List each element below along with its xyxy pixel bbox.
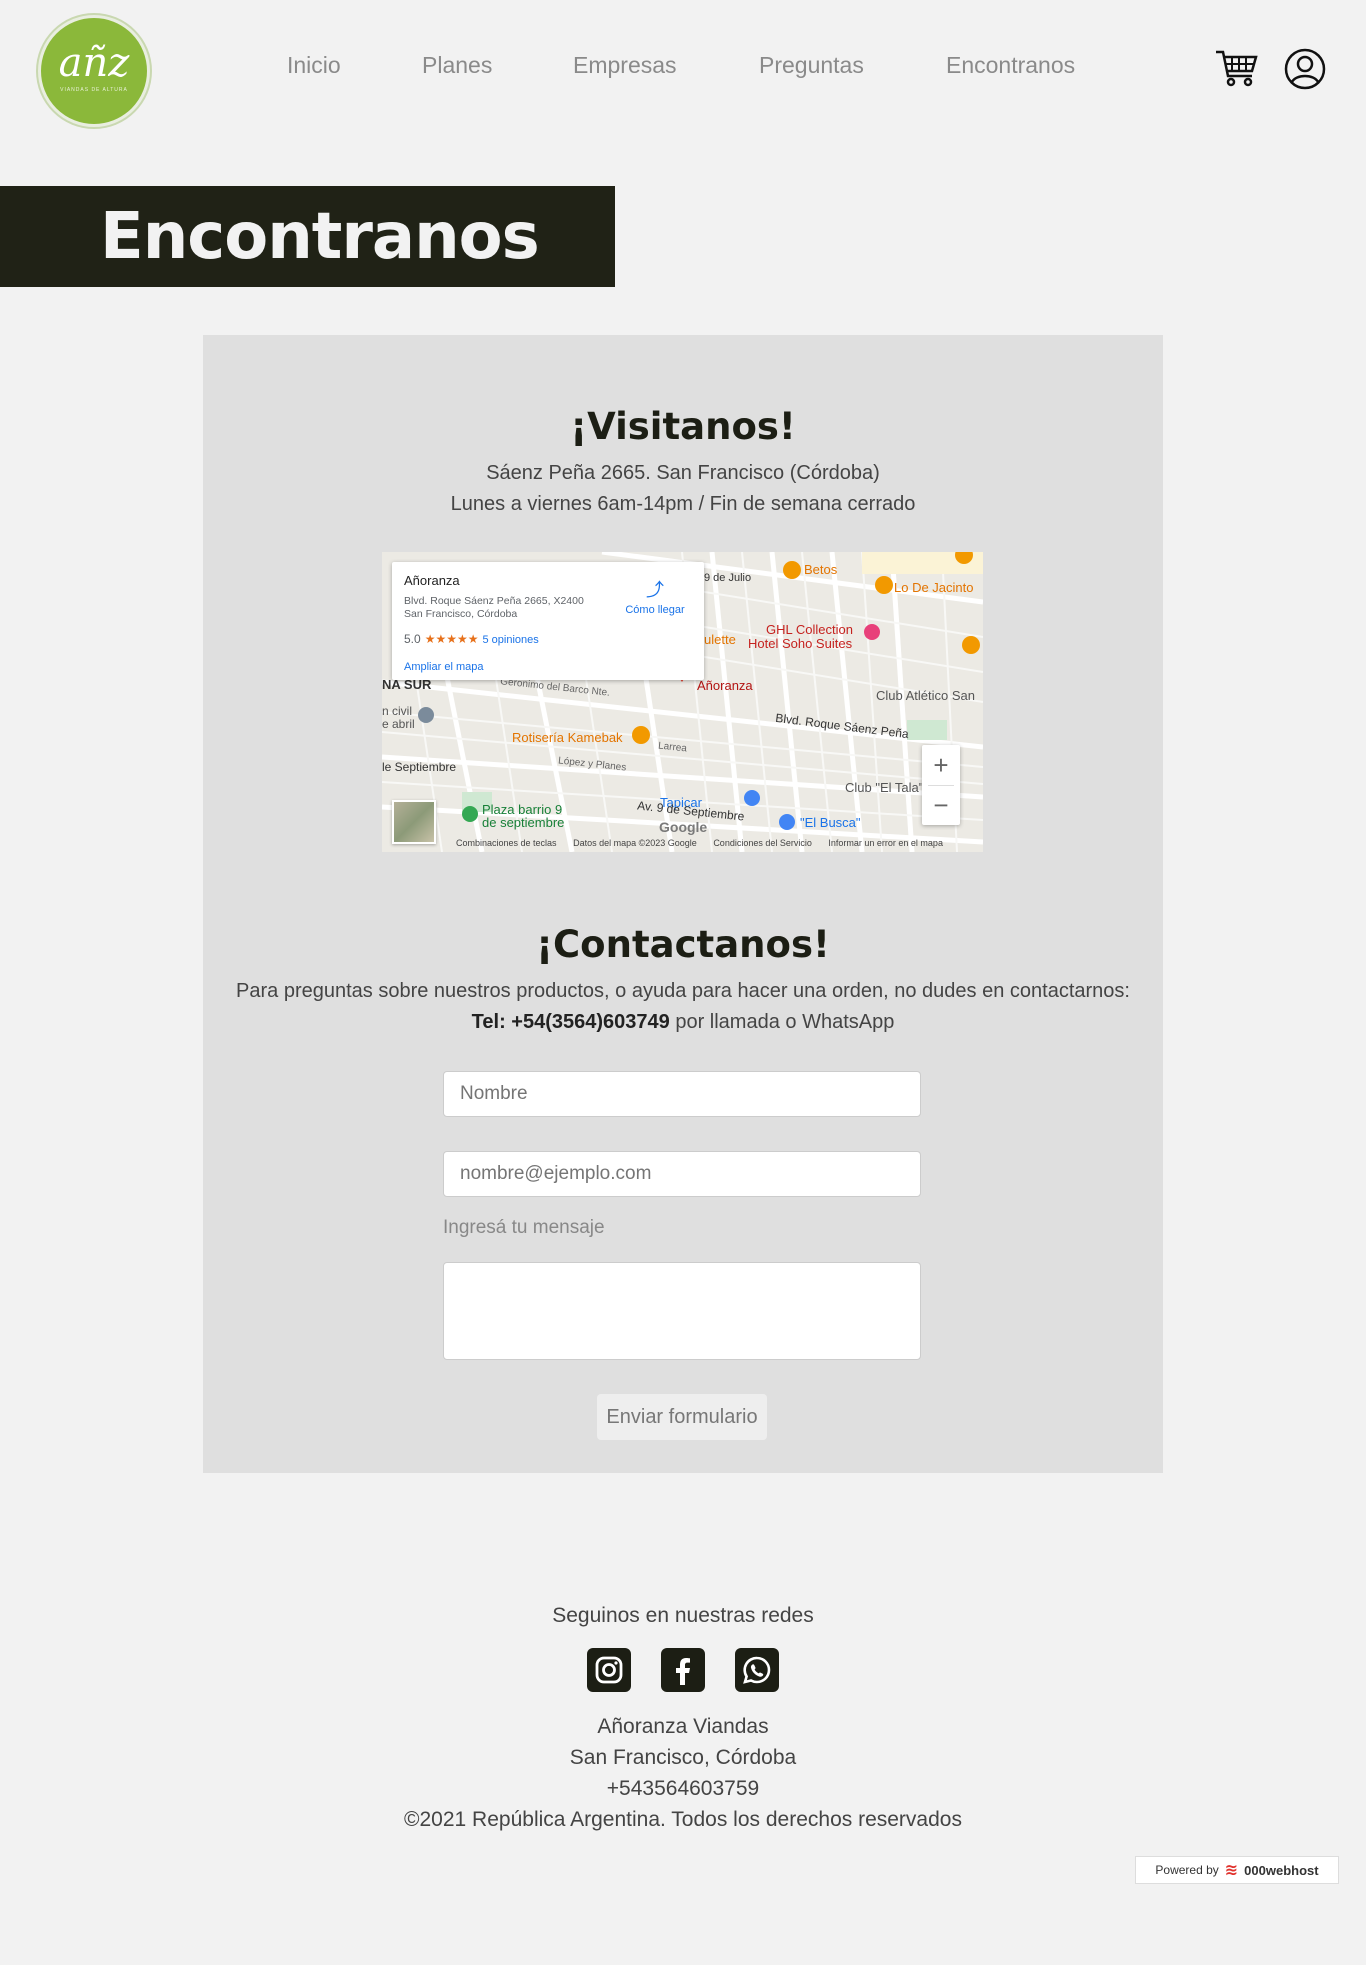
- map-label-anoranza: Añoranza: [697, 678, 753, 693]
- nav-item-encontranos[interactable]: Encontranos: [946, 52, 1075, 79]
- badge-prefix: Powered by: [1155, 1863, 1219, 1877]
- satellite-toggle[interactable]: [392, 800, 436, 844]
- zoom-in-button[interactable]: +: [922, 745, 960, 785]
- contact-phone: Tel: +54(3564)603749: [471, 1011, 670, 1033]
- webhost-logo-icon: ≋: [1224, 1862, 1239, 1879]
- instagram-icon[interactable]: [587, 1648, 631, 1692]
- email-input[interactable]: [443, 1151, 921, 1197]
- message-textarea[interactable]: [443, 1262, 921, 1360]
- map-label-club-atletico: Club Atlético San: [876, 688, 976, 703]
- map-shortcuts-link[interactable]: Combinaciones de teclas: [456, 838, 557, 848]
- map-place-card: Añoranza Blvd. Roque Sáenz Peña 2665, X2…: [392, 562, 704, 680]
- footer-company: Añoranza Viandas: [597, 1715, 769, 1738]
- header: añz VIANDAS DE ALTURA Inicio Planes Empr…: [0, 0, 1366, 140]
- user-icon[interactable]: [1284, 48, 1326, 90]
- map-rating-value: 5.0: [404, 632, 421, 646]
- map-label-civil-1: n civil: [382, 704, 413, 718]
- map-label-civil-2: e abril: [382, 717, 415, 731]
- embedded-map[interactable]: Betos Lo De Jacinto 9 de Julio GHL Colle…: [382, 552, 983, 852]
- visit-address: Sáenz Peña 2665. San Francisco (Córdoba): [486, 462, 880, 484]
- page-title: Encontranos: [100, 200, 540, 274]
- map-label-ulette: ulette: [704, 632, 736, 647]
- follow-text: Seguinos en nuestras redes: [552, 1604, 814, 1627]
- map-enlarge-link[interactable]: Ampliar el mapa: [404, 661, 483, 673]
- map-label-soho: Hotel Soho Suites: [748, 636, 853, 651]
- map-directions-button[interactable]: ⤴ Cómo llegar: [620, 576, 690, 616]
- map-place-address-1: Blvd. Roque Sáenz Peña 2665, X2400: [404, 595, 584, 607]
- submit-button[interactable]: Enviar formulario: [597, 1394, 767, 1440]
- whatsapp-icon[interactable]: [735, 1648, 779, 1692]
- map-place-address: Blvd. Roque Sáenz Peña 2665, X2400 San F…: [404, 595, 614, 621]
- map-terms-link[interactable]: Condiciones del Servicio: [713, 838, 812, 848]
- zoom-out-button[interactable]: −: [922, 785, 960, 825]
- hosting-badge[interactable]: Powered by ≋ 000webhost: [1135, 1856, 1339, 1884]
- map-place-name: Añoranza: [404, 573, 460, 588]
- contact-phone-line: Tel: +54(3564)603749 por llamada o Whats…: [203, 1011, 1163, 1034]
- nav-item-preguntas[interactable]: Preguntas: [759, 52, 864, 79]
- nav-item-planes[interactable]: Planes: [422, 52, 492, 79]
- content-card: ¡Visitanos! Sáenz Peña 2665. San Francis…: [203, 335, 1163, 1473]
- map-label-club-tala: Club "El Tala": [845, 780, 924, 795]
- directions-icon: ⤴: [646, 580, 664, 600]
- name-input[interactable]: [443, 1071, 921, 1117]
- nav-item-inicio[interactable]: Inicio: [287, 52, 341, 79]
- nav-item-empresas[interactable]: Empresas: [573, 52, 677, 79]
- map-data-attribution: Datos del mapa ©2023 Google: [573, 838, 697, 848]
- map-label-lo-de-jacinto: Lo De Jacinto: [894, 580, 974, 595]
- footer-phone: +543564603759: [606, 1777, 760, 1800]
- contact-phone-suffix: por llamada o WhatsApp: [675, 1011, 895, 1033]
- contact-text: Para preguntas sobre nuestros productos,…: [236, 980, 1130, 1002]
- map-place-address-2: San Francisco, Córdoba: [404, 608, 518, 620]
- map-zoom-controls: + −: [922, 745, 960, 825]
- page-title-band: Encontranos: [0, 186, 615, 287]
- map-report-link[interactable]: Informar un error en el mapa: [828, 838, 943, 848]
- map-reviews-link[interactable]: 5 opiniones: [482, 634, 538, 646]
- cart-icon[interactable]: [1214, 48, 1258, 88]
- contact-title: ¡Contactanos!: [536, 923, 830, 966]
- star-rating-icon: ★★★★★: [424, 632, 479, 646]
- facebook-icon[interactable]: [661, 1648, 705, 1692]
- map-label-julio: 9 de Julio: [704, 572, 752, 584]
- footer-copyright: ©2021 República Argentina. Todos los der…: [404, 1808, 962, 1831]
- logo-subtitle: VIANDAS DE ALTURA: [60, 87, 128, 93]
- map-label-betos: Betos: [804, 562, 838, 577]
- map-footer: Combinaciones de teclas Datos del mapa ©…: [456, 838, 957, 848]
- footer-city: San Francisco, Córdoba: [569, 1746, 797, 1769]
- map-label-rotiseria: Rotisería Kamebak: [512, 730, 623, 745]
- main-nav: Inicio Planes Empresas Preguntas Encontr…: [0, 52, 1366, 82]
- map-label-el-busca: "El Busca": [800, 815, 861, 830]
- message-label: Ingresá tu mensaje: [443, 1217, 605, 1238]
- map-label-ghl: GHL Collection: [766, 622, 853, 637]
- map-label-plaza-2: de septiembre: [482, 815, 565, 830]
- map-rating: 5.0 ★★★★★ 5 opiniones: [404, 632, 539, 646]
- zoom-divider: [928, 785, 954, 786]
- visit-title: ¡Visitanos!: [570, 405, 796, 448]
- visit-hours: Lunes a viernes 6am-14pm / Fin de semana…: [450, 493, 916, 515]
- google-logo: Google: [659, 819, 708, 835]
- map-label-septiembre: le Septiembre: [382, 760, 457, 774]
- badge-brand: 000webhost: [1244, 1862, 1319, 1878]
- map-directions-label: Cómo llegar: [625, 604, 685, 616]
